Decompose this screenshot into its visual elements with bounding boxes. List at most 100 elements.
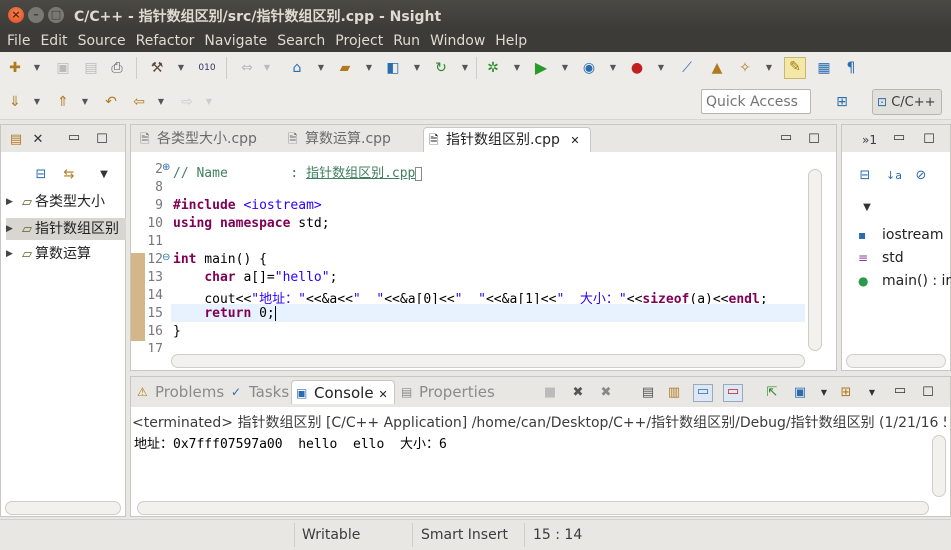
new-class-icon[interactable]: ◧ bbox=[384, 59, 402, 77]
horizontal-scrollbar[interactable] bbox=[846, 354, 946, 368]
sort-icon[interactable]: ↓a bbox=[886, 169, 902, 183]
tree-item[interactable]: ▶ ▱ 算数运算 bbox=[6, 243, 91, 265]
vertical-scrollbar[interactable] bbox=[808, 169, 822, 351]
fold-expand-icon[interactable]: ⊕ bbox=[162, 162, 170, 173]
scroll-lock-icon[interactable]: ▥ bbox=[667, 386, 681, 400]
console-output[interactable]: 地址：0x7fff07597a00 hello ello 大小：6 bbox=[134, 433, 447, 452]
sync-icon[interactable]: ⇔ bbox=[238, 59, 256, 77]
binary-icon[interactable]: 010 bbox=[198, 59, 216, 77]
editor-tab[interactable]: 🗎 算数运算.cpp bbox=[283, 127, 403, 152]
code-line[interactable]: } bbox=[173, 324, 181, 339]
quick-access-input[interactable] bbox=[701, 89, 811, 114]
outline-item[interactable]: ● main() : ir bbox=[858, 270, 951, 292]
menu-search[interactable]: Search bbox=[272, 31, 330, 51]
build-dropdown-icon[interactable]: ▼ bbox=[176, 59, 186, 77]
highlight-icon[interactable]: ✎ bbox=[784, 57, 806, 79]
profile-icon[interactable]: ◉ bbox=[580, 59, 598, 77]
view-menu-icon[interactable]: ▼ bbox=[97, 168, 111, 182]
prev-annotation-dropdown-icon[interactable]: ▼ bbox=[80, 93, 90, 111]
project-explorer-icon[interactable]: ▤ bbox=[9, 133, 23, 147]
save-icon[interactable]: ▣ bbox=[54, 59, 72, 77]
horizontal-scrollbar[interactable] bbox=[5, 501, 121, 515]
perspective-cpp-button[interactable]: ⊡ C/C++ bbox=[872, 89, 942, 115]
menu-navigate[interactable]: Navigate bbox=[199, 31, 272, 51]
outline-item[interactable]: ≡ std bbox=[858, 247, 904, 269]
link-editor-icon[interactable]: ⇆ bbox=[62, 168, 76, 182]
code-line[interactable]: char a[]="hello"; bbox=[173, 270, 337, 285]
collapse-all-icon[interactable]: ⊟ bbox=[34, 168, 48, 182]
open-console-dropdown-icon[interactable]: ▼ bbox=[865, 386, 879, 400]
new-class-dropdown-icon[interactable]: ▼ bbox=[412, 59, 422, 77]
menu-window[interactable]: Window bbox=[425, 31, 490, 51]
menu-project[interactable]: Project bbox=[330, 31, 388, 51]
back-dropdown-icon[interactable]: ▼ bbox=[156, 93, 166, 111]
open-folder-icon[interactable]: ▲ bbox=[708, 59, 726, 77]
horizontal-scrollbar[interactable] bbox=[171, 354, 805, 368]
tree-item-selected[interactable]: ▶ ▱ 指针数组区别 bbox=[6, 218, 126, 240]
wand-icon[interactable]: ✧ bbox=[736, 59, 754, 77]
new-project-dropdown-icon[interactable]: ▼ bbox=[316, 59, 326, 77]
outline-item[interactable]: ▪ iostream bbox=[858, 224, 944, 246]
code-line[interactable]: using namespace std; bbox=[173, 216, 330, 231]
open-perspective-icon[interactable]: ⊞ bbox=[833, 93, 851, 111]
project-explorer-close-icon[interactable]: ✕ bbox=[31, 133, 45, 147]
show-stderr-icon[interactable]: ▭ bbox=[723, 384, 743, 402]
run-icon[interactable]: ▶ bbox=[532, 59, 550, 77]
window-close-button[interactable]: × bbox=[8, 7, 24, 23]
tab-problems[interactable]: ⚠ Problems bbox=[133, 380, 225, 404]
minimize-icon[interactable]: ▭ bbox=[892, 131, 906, 145]
debug-icon[interactable]: ✲ bbox=[484, 59, 502, 77]
maximize-icon[interactable]: ☐ bbox=[95, 133, 109, 147]
save-all-icon[interactable]: ▤ bbox=[82, 59, 100, 77]
forward-dropdown-icon[interactable]: ▼ bbox=[204, 93, 214, 111]
editor-tab-active[interactable]: 🗎 指针数组区别.cpp ✕ bbox=[423, 127, 591, 152]
show-stdout-icon[interactable]: ▭ bbox=[693, 384, 713, 402]
new-dropdown-icon[interactable]: ▼ bbox=[32, 59, 42, 77]
menu-run[interactable]: Run bbox=[388, 31, 425, 51]
minimize-icon[interactable]: ▭ bbox=[67, 131, 81, 145]
maximize-icon[interactable]: ☐ bbox=[807, 133, 821, 147]
tab-close-icon[interactable]: ✕ bbox=[570, 134, 579, 147]
code-line[interactable]: #include <iostream> bbox=[173, 198, 322, 213]
expand-arrow-icon[interactable]: ▶ bbox=[6, 191, 13, 213]
external-tools-dropdown-icon[interactable]: ▼ bbox=[656, 59, 666, 77]
pin-console-icon[interactable]: ⇱ bbox=[765, 386, 779, 400]
menu-edit[interactable]: Edit bbox=[35, 31, 72, 51]
last-edit-icon[interactable]: ↶ bbox=[102, 93, 120, 111]
terminate-icon[interactable]: ■ bbox=[543, 386, 557, 400]
new-project-icon[interactable]: ⌂ bbox=[288, 59, 306, 77]
fold-collapse-icon[interactable]: ⊖ bbox=[162, 252, 170, 263]
window-minimize-button[interactable]: – bbox=[28, 7, 44, 23]
clear-console-icon[interactable]: ▤ bbox=[641, 386, 655, 400]
back-icon[interactable]: ⇦ bbox=[130, 93, 148, 111]
minimize-icon[interactable]: ▭ bbox=[779, 131, 793, 145]
debug-dropdown-icon[interactable]: ▼ bbox=[512, 59, 522, 77]
maximize-icon[interactable]: ☐ bbox=[922, 133, 936, 147]
display-console-icon[interactable]: ▣ bbox=[793, 386, 807, 400]
wand-dropdown-icon[interactable]: ▼ bbox=[764, 59, 774, 77]
prev-annotation-icon[interactable]: ⇑ bbox=[54, 93, 72, 111]
next-annotation-dropdown-icon[interactable]: ▼ bbox=[32, 93, 42, 111]
new-icon[interactable]: ✚ bbox=[6, 59, 24, 77]
refresh-dropdown-icon[interactable]: ▼ bbox=[460, 59, 470, 77]
tab-properties[interactable]: ▤ Properties bbox=[397, 380, 497, 404]
menu-refactor[interactable]: Refactor bbox=[131, 31, 200, 51]
window-maximize-button[interactable]: □ bbox=[48, 7, 64, 23]
hide-fields-icon[interactable]: ⊘ bbox=[914, 169, 928, 183]
open-console-icon[interactable]: ⊞ bbox=[839, 386, 853, 400]
forward-icon[interactable]: ⇨ bbox=[178, 93, 196, 111]
build-icon[interactable]: ⚒ bbox=[148, 59, 166, 77]
more-views-label[interactable]: »1 bbox=[862, 133, 877, 147]
code-line[interactable]: return 0; bbox=[173, 306, 276, 321]
vertical-scrollbar[interactable] bbox=[932, 435, 946, 497]
run-dropdown-icon[interactable]: ▼ bbox=[560, 59, 570, 77]
maximize-icon[interactable]: ☐ bbox=[921, 386, 935, 400]
remove-launch-icon[interactable]: ✖ bbox=[571, 386, 585, 400]
tab-console[interactable]: ▣ Console ✕ bbox=[291, 380, 395, 404]
expand-arrow-icon[interactable]: ▶ bbox=[6, 243, 13, 265]
refresh-icon[interactable]: ↻ bbox=[432, 59, 450, 77]
tab-close-icon[interactable]: ✕ bbox=[379, 388, 388, 401]
code-line[interactable]: // Name : 指针数组区别.cpp bbox=[173, 162, 423, 181]
next-annotation-icon[interactable]: ⇓ bbox=[6, 93, 24, 111]
menu-source[interactable]: Source bbox=[73, 31, 131, 51]
